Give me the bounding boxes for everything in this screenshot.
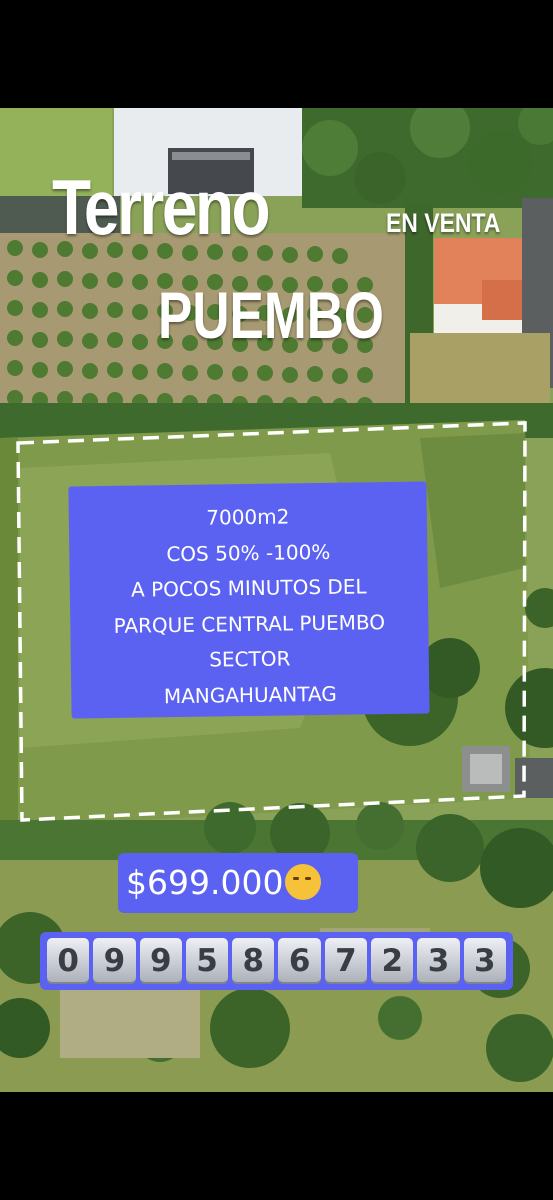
partying-face-icon — [285, 863, 322, 900]
info-line: MANGAHUANTAG — [163, 681, 337, 708]
phone-digit: 9 — [139, 938, 182, 984]
phone-digit: 3 — [463, 938, 506, 984]
info-line: A POCOS MINUTOS DEL — [130, 574, 367, 602]
info-line: 7000m2 — [206, 504, 290, 530]
phone-digit: 8 — [232, 938, 275, 984]
info-line: SECTOR — [209, 646, 291, 672]
for-sale-tag: EN VENTA — [386, 208, 501, 238]
city-title: PUEMBO — [158, 278, 384, 352]
listing-title: Terreno — [52, 163, 271, 251]
phone-digit: 3 — [417, 938, 460, 984]
phone-number-bar: 0 9 9 5 8 6 7 2 3 3 — [40, 932, 513, 990]
phone-digit: 9 — [93, 938, 136, 984]
info-line: PARQUE CENTRAL PUEMBO — [113, 609, 386, 638]
price-badge: $699.000 — [118, 853, 358, 913]
info-line: COS 50% -100% — [166, 539, 331, 566]
price-label: $699.000 — [126, 863, 284, 902]
phone-digit: 2 — [371, 938, 414, 984]
phone-digit: 7 — [324, 938, 368, 984]
phone-digit: 0 — [47, 938, 90, 984]
phone-digit: 5 — [185, 938, 229, 984]
property-info-box: 7000m2 COS 50% -100% A POCOS MINUTOS DEL… — [68, 481, 430, 719]
phone-digit: 6 — [278, 938, 321, 984]
